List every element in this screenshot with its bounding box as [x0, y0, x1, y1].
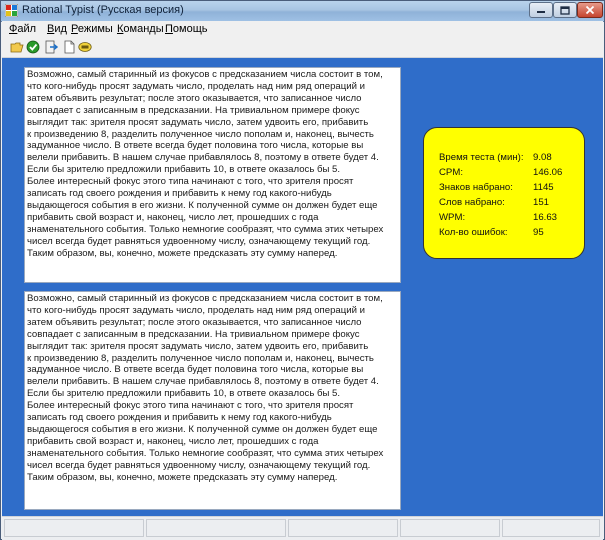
menu-help[interactable]: Помощь	[165, 23, 208, 35]
status-pane-1	[4, 519, 144, 537]
status-pane-3	[288, 519, 398, 537]
stat-value: 1145	[533, 182, 554, 193]
close-button[interactable]	[577, 2, 603, 18]
statistics-panel: Время теста (мин): 9.08 CPM: 146.06 Знак…	[423, 127, 585, 259]
stat-label: CPM:	[439, 167, 463, 178]
menu-commands[interactable]: Команды	[117, 23, 164, 35]
stat-value: 151	[533, 197, 550, 208]
checkmark-icon[interactable]	[26, 40, 40, 54]
status-pane-5	[502, 519, 600, 537]
typing-input-box[interactable]: Возможно, самый старинный из фокусов с п…	[24, 291, 401, 510]
stat-value: 95	[533, 227, 544, 238]
stat-row-errors: Кол-во ошибок: 95	[439, 227, 579, 239]
window-title: Rational Typist (Русская версия)	[22, 4, 184, 16]
stat-label: Слов набрано:	[439, 197, 505, 208]
menu-bar: Файл Вид Режимы Команды Помощь	[2, 21, 603, 38]
stat-label: Время теста (мин):	[439, 152, 524, 163]
app-window: Rational Typist (Русская версия) Файл Ви…	[0, 0, 605, 540]
stat-label: Кол-во ошибок:	[439, 227, 508, 238]
main-area: Возможно, самый старинный из фокусов с п…	[2, 58, 603, 516]
stat-row-test-time: Время теста (мин): 9.08	[439, 152, 579, 164]
new-document-icon[interactable]	[62, 40, 76, 54]
status-bar	[2, 516, 603, 540]
open-folder-icon[interactable]	[10, 40, 24, 54]
keyboard-icon[interactable]	[78, 40, 92, 54]
stat-value: 9.08	[533, 152, 552, 163]
menu-file[interactable]: Файл	[9, 23, 36, 35]
toolbar	[2, 38, 603, 58]
stat-value: 146.06	[533, 167, 563, 178]
status-pane-2	[146, 519, 286, 537]
source-text-box: Возможно, самый старинный из фокусов с п…	[24, 67, 401, 283]
stat-label: WPM:	[439, 212, 466, 223]
app-icon	[5, 4, 18, 17]
title-bar[interactable]: Rational Typist (Русская версия)	[1, 1, 604, 22]
exit-door-icon[interactable]	[44, 40, 58, 54]
stat-row-chars-typed: Знаков набрано: 1145	[439, 182, 579, 194]
stat-label: Знаков набрано:	[439, 182, 513, 193]
stat-value: 16.63	[533, 212, 558, 223]
maximize-icon	[560, 5, 570, 15]
minimize-icon	[537, 11, 545, 13]
stat-row-words-typed: Слов набрано: 151	[439, 197, 579, 209]
menu-modes[interactable]: Режимы	[71, 23, 113, 35]
close-icon	[585, 5, 595, 15]
maximize-button[interactable]	[553, 2, 577, 18]
minimize-button[interactable]	[529, 2, 553, 18]
menu-view[interactable]: Вид	[47, 23, 67, 35]
stat-row-wpm: WPM: 16.63	[439, 212, 579, 224]
stat-row-cpm: CPM: 146.06	[439, 167, 579, 179]
status-pane-4	[400, 519, 500, 537]
